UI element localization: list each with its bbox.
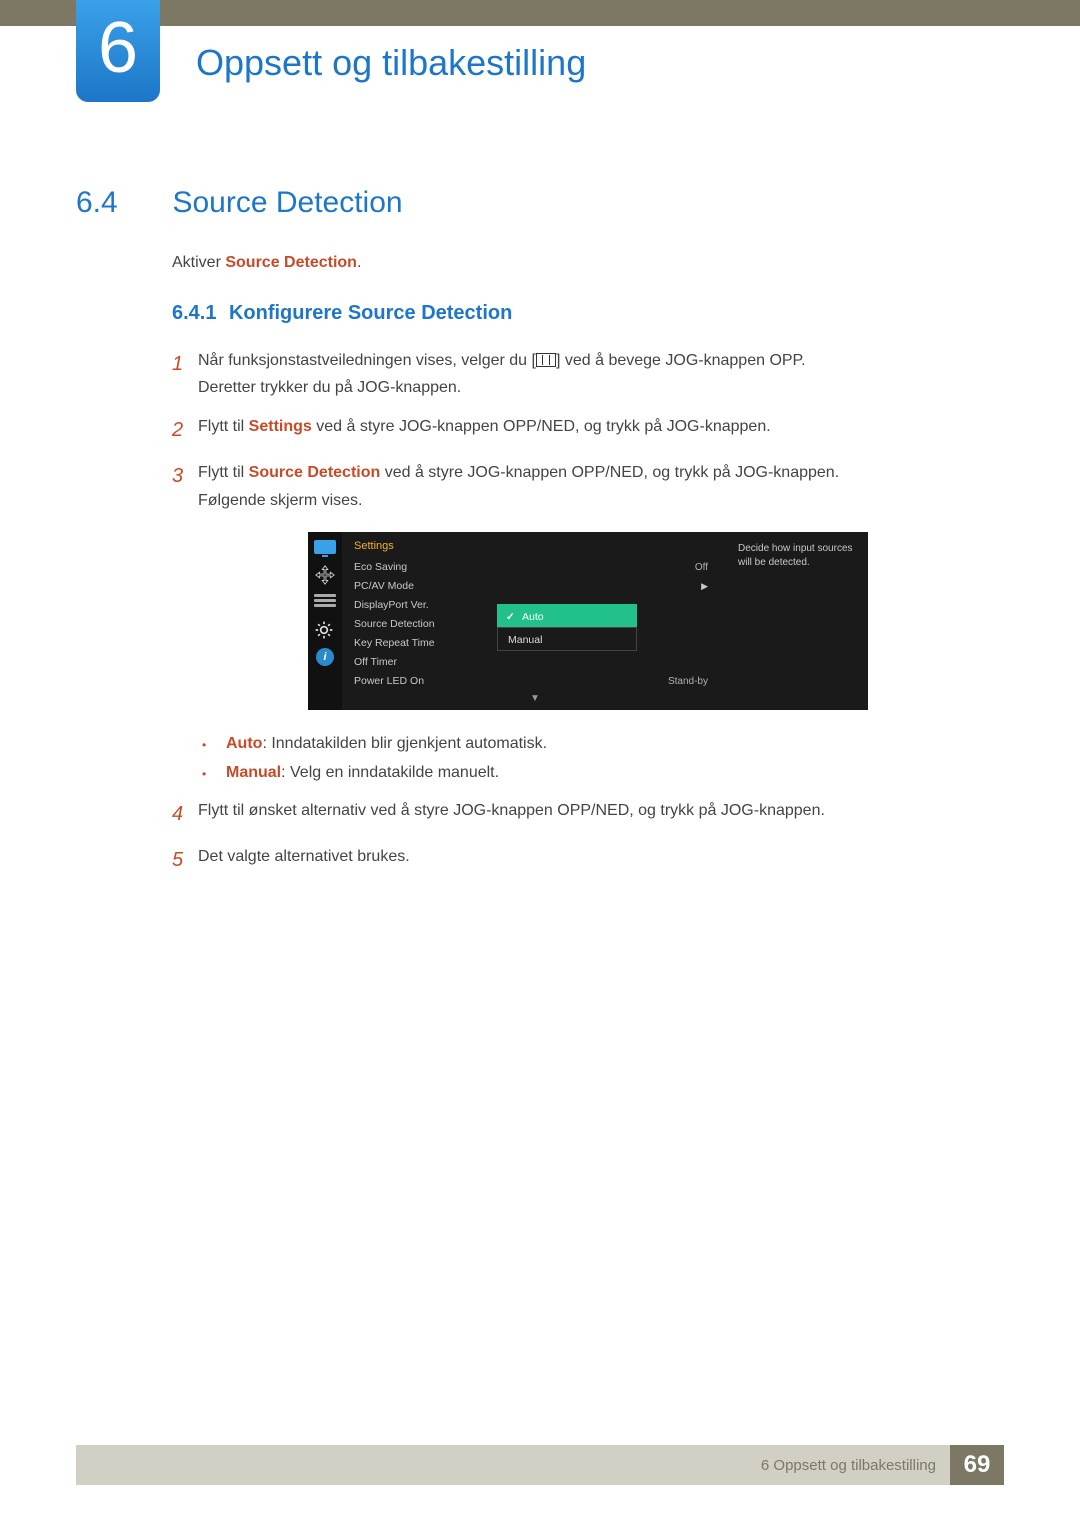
monitor-icon bbox=[314, 540, 336, 554]
step3-term: Source Detection bbox=[249, 464, 381, 481]
osd-screenshot: i Settings Eco Saving Off PC/AV Mode ▶ D… bbox=[172, 532, 1004, 710]
step-5: 5 Det valgte alternativet brukes. bbox=[172, 843, 1004, 877]
osd-heading: Settings bbox=[354, 540, 716, 552]
step-3: 3 Flytt til Source Detection ved å styre… bbox=[172, 459, 1004, 513]
step1-part1a: Når funksjonstastveiledningen vises, vel… bbox=[198, 352, 536, 369]
chevron-right-icon: ▶ bbox=[701, 577, 716, 596]
steps-list-cont: 4 Flytt til ønsket alternativ ved å styr… bbox=[172, 797, 1004, 877]
bullet-manual-term: Manual bbox=[226, 764, 281, 781]
osd-pcav-label: PC/AV Mode bbox=[354, 577, 414, 596]
osd-options-popup: Auto Manual bbox=[497, 604, 637, 650]
step-num-1: 1 bbox=[172, 347, 198, 401]
osd-dp-label: DisplayPort Ver. bbox=[354, 596, 429, 615]
page-content: 6.4 Source Detection Aktiver Source Dete… bbox=[76, 186, 1004, 889]
step-body-4: Flytt til ønsket alternativ ved å styre … bbox=[198, 797, 1004, 831]
section-number: 6.4 bbox=[76, 186, 168, 220]
step-body-1: Når funksjonstastveiledningen vises, vel… bbox=[198, 347, 1004, 401]
option-bullets: • Auto: Inndatakilden blir gjenkjent aut… bbox=[202, 730, 1004, 788]
step2-a: Flytt til bbox=[198, 418, 249, 435]
bullet-dot-icon: • bbox=[202, 759, 226, 788]
step-body-3: Flytt til Source Detection ved å styre J… bbox=[198, 459, 1004, 513]
osd-row-pcav: PC/AV Mode ▶ bbox=[354, 577, 716, 596]
bullet-dot-icon: • bbox=[202, 730, 226, 759]
bullet-manual: • Manual: Velg en inndatakilde manuelt. bbox=[202, 759, 1004, 788]
step-4: 4 Flytt til ønsket alternativ ved å styr… bbox=[172, 797, 1004, 831]
step-2: 2 Flytt til Settings ved å styre JOG-kna… bbox=[172, 413, 1004, 447]
subsection-title: Konfigurere Source Detection bbox=[229, 302, 512, 324]
osd-key-value bbox=[708, 634, 716, 653]
osd-row-eco: Eco Saving Off bbox=[354, 558, 716, 577]
step1-part2: Deretter trykker du på JOG-knappen. bbox=[198, 379, 461, 396]
info-icon: i bbox=[316, 648, 334, 666]
chapter-badge: 6 bbox=[76, 0, 160, 102]
subsection-heading: 6.4.1 Konfigurere Source Detection bbox=[172, 302, 1004, 325]
section-title: Source Detection bbox=[172, 186, 402, 220]
section-heading: 6.4 Source Detection bbox=[76, 186, 1004, 220]
step-num-3: 3 bbox=[172, 459, 198, 513]
footer-text: 6 Oppsett og tilbakestilling bbox=[761, 1457, 950, 1474]
step3-a: Flytt til bbox=[198, 464, 249, 481]
menu-icon bbox=[536, 353, 556, 367]
bullet-manual-body: Manual: Velg en inndatakilde manuelt. bbox=[226, 759, 499, 788]
bullet-auto-text: : Inndatakilden blir gjenkjent automatis… bbox=[262, 735, 547, 752]
osd-panel: i Settings Eco Saving Off PC/AV Mode ▶ D… bbox=[308, 532, 868, 710]
osd-led-value: Stand-by bbox=[668, 672, 716, 691]
osd-row-led: Power LED On Stand-by bbox=[354, 672, 716, 691]
osd-led-label: Power LED On bbox=[354, 672, 424, 691]
move-icon bbox=[314, 564, 336, 582]
step-num-4: 4 bbox=[172, 797, 198, 831]
step3-p2: Følgende skjerm vises. bbox=[198, 492, 363, 509]
step3-b: ved å styre JOG-knappen OPP/NED, og tryk… bbox=[380, 464, 839, 481]
osd-dp-value bbox=[708, 596, 716, 615]
osd-eco-label: Eco Saving bbox=[354, 558, 407, 577]
list-icon bbox=[314, 592, 336, 610]
osd-description: Decide how input sources will be detecte… bbox=[728, 532, 868, 710]
osd-key-label: Key Repeat Time bbox=[354, 634, 435, 653]
osd-main: Settings Eco Saving Off PC/AV Mode ▶ Dis… bbox=[342, 532, 728, 710]
intro-term: Source Detection bbox=[225, 254, 357, 271]
osd-src-label: Source Detection bbox=[354, 615, 435, 634]
step-num-5: 5 bbox=[172, 843, 198, 877]
osd-row-timer: Off Timer bbox=[354, 653, 716, 672]
bullet-auto-body: Auto: Inndatakilden blir gjenkjent autom… bbox=[226, 730, 547, 759]
osd-src-value bbox=[708, 615, 716, 634]
bullet-auto-term: Auto bbox=[226, 735, 262, 752]
footer-page-number: 69 bbox=[950, 1445, 1004, 1485]
subsection-number: 6.4.1 bbox=[172, 302, 216, 324]
intro-line: Aktiver Source Detection. bbox=[172, 254, 1004, 272]
bullet-auto: • Auto: Inndatakilden blir gjenkjent aut… bbox=[202, 730, 1004, 759]
top-border bbox=[0, 0, 1080, 26]
gear-icon bbox=[314, 620, 336, 638]
intro-prefix: Aktiver bbox=[172, 254, 225, 271]
osd-sidebar: i bbox=[308, 532, 342, 710]
step2-b: ved å styre JOG-knappen OPP/NED, og tryk… bbox=[312, 418, 771, 435]
osd-option-auto: Auto bbox=[497, 604, 637, 628]
step-1: 1 Når funksjonstastveiledningen vises, v… bbox=[172, 347, 1004, 401]
step-num-2: 2 bbox=[172, 413, 198, 447]
steps-list: 1 Når funksjonstastveiledningen vises, v… bbox=[172, 347, 1004, 514]
chapter-title: Oppsett og tilbakestilling bbox=[196, 42, 586, 84]
step1-part1b: ] ved å bevege JOG-knappen OPP. bbox=[556, 352, 806, 369]
bullet-manual-text: : Velg en inndatakilde manuelt. bbox=[281, 764, 499, 781]
osd-timer-label: Off Timer bbox=[354, 653, 397, 672]
osd-eco-value: Off bbox=[695, 558, 716, 577]
step-body-2: Flytt til Settings ved å styre JOG-knapp… bbox=[198, 413, 1004, 447]
osd-timer-value bbox=[708, 653, 716, 672]
intro-suffix: . bbox=[357, 254, 361, 271]
footer-bar: 6 Oppsett og tilbakestilling 69 bbox=[76, 1445, 1004, 1485]
step-body-5: Det valgte alternativet brukes. bbox=[198, 843, 1004, 877]
chevron-down-icon: ▼ bbox=[354, 693, 716, 704]
step2-term: Settings bbox=[249, 418, 312, 435]
osd-option-manual: Manual bbox=[497, 627, 637, 651]
